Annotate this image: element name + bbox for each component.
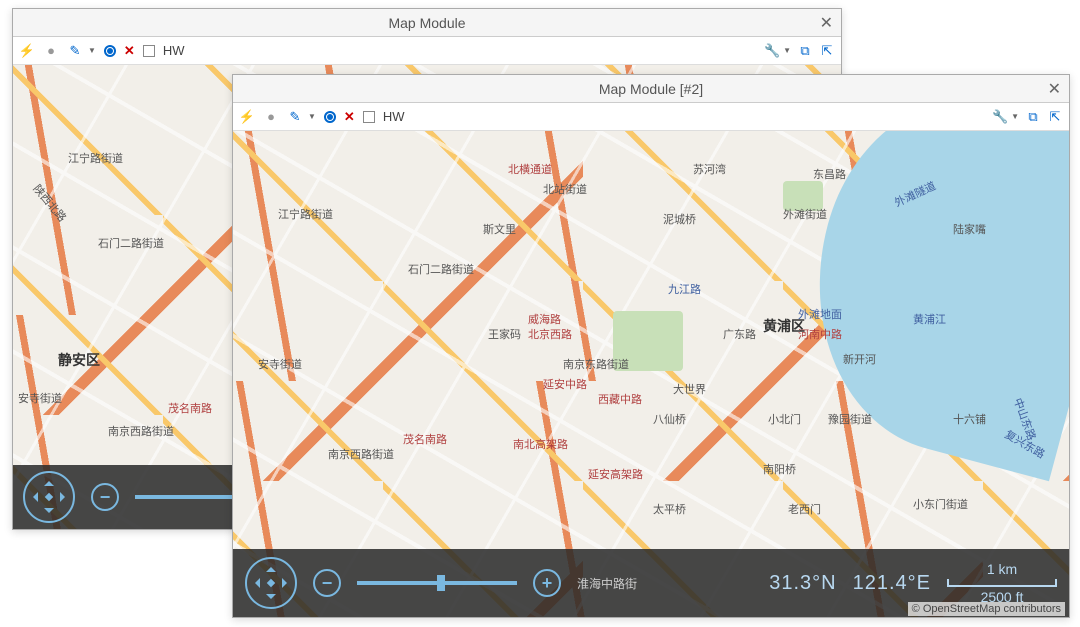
district-label: 静安区	[58, 350, 100, 370]
road-label: 老西门	[788, 501, 821, 517]
wrench-icon[interactable]: 🔧	[992, 109, 1008, 125]
pencil-icon[interactable]: ✎	[67, 43, 83, 59]
road-label: 泥城桥	[663, 211, 696, 227]
pencil-icon[interactable]: ✎	[287, 109, 303, 125]
popout-icon[interactable]: ⇱	[1047, 109, 1063, 125]
circle-icon[interactable]: ●	[263, 109, 279, 125]
road-label: 南北高架路	[513, 436, 568, 452]
window-title: Map Module	[388, 15, 465, 31]
road-label: 茂名南路	[403, 431, 447, 447]
road-label: 广东路	[723, 326, 756, 342]
road-label: 南京西路街道	[328, 446, 394, 462]
scale-line	[947, 579, 1057, 587]
road-label: 北横通道	[508, 161, 552, 177]
road-label: 斯文里	[483, 221, 516, 237]
road-label: 安寺街道	[258, 356, 302, 372]
road-label: 陆家嘴	[953, 221, 986, 237]
lightning-icon[interactable]: ⚡	[19, 43, 35, 59]
hw-checkbox[interactable]	[363, 111, 375, 123]
zoom-slider[interactable]	[357, 581, 517, 585]
road-label: 外滩街道	[783, 206, 827, 222]
road-label: 王家码	[488, 326, 521, 342]
wrench-dropdown-arrow[interactable]: ▼	[783, 46, 791, 55]
pan-right[interactable]	[60, 492, 70, 502]
road-label: 太平桥	[653, 501, 686, 517]
radio-selected[interactable]	[104, 45, 116, 57]
pan-right[interactable]	[282, 578, 292, 588]
road-label: 南阳桥	[763, 461, 796, 477]
pan-down[interactable]	[44, 508, 54, 518]
map-viewport[interactable]: 江宁路街道 石门二路街道 安寺街道 南京西路街道 南京东路街道 延安中路 延安高…	[233, 131, 1069, 617]
dock-icon[interactable]: ⧉	[797, 43, 813, 59]
pan-center[interactable]	[267, 579, 275, 587]
pencil-dropdown-arrow[interactable]: ▼	[308, 112, 316, 121]
road-label: 苏河湾	[693, 161, 726, 177]
zoom-out-button[interactable]: −	[313, 569, 341, 597]
road-label: 石门二路街道	[98, 235, 164, 251]
pan-up[interactable]	[266, 562, 276, 572]
road-label: 八仙桥	[653, 411, 686, 427]
pan-center[interactable]	[45, 493, 53, 501]
hw-label: HW	[163, 43, 185, 58]
red-x-icon[interactable]: ✕	[124, 43, 135, 59]
pan-left[interactable]	[28, 492, 38, 502]
wrench-icon[interactable]: 🔧	[764, 43, 780, 59]
road-label: 延安中路	[543, 376, 587, 392]
district-label: 黄浦区	[763, 316, 805, 336]
close-button[interactable]: ✕	[820, 13, 833, 33]
attribution: © OpenStreetMap contributors	[908, 602, 1065, 616]
road-label: 西藏中路	[598, 391, 642, 407]
window-title: Map Module [#2]	[599, 81, 703, 97]
road-label: 东昌路	[813, 166, 846, 182]
road-label: 石门二路街道	[408, 261, 474, 277]
zoom-thumb[interactable]	[437, 575, 445, 591]
wrench-dropdown-arrow[interactable]: ▼	[1011, 112, 1019, 121]
scale-km: 1 km	[987, 561, 1017, 577]
zoom-slider[interactable]	[135, 495, 245, 499]
road-label: 北京西路	[528, 326, 572, 342]
road-label: 十六铺	[953, 411, 986, 427]
pan-dpad[interactable]	[245, 557, 297, 609]
road-label-overlay: 淮海中路街	[577, 575, 637, 592]
radio-selected[interactable]	[324, 111, 336, 123]
road-label: 大世界	[673, 381, 706, 397]
road-label: 九江路	[668, 281, 701, 297]
road-label: 延安高架路	[588, 466, 643, 482]
road-label: 茂名南路	[168, 400, 212, 416]
road-label: 新开河	[843, 351, 876, 367]
circle-icon[interactable]: ●	[43, 43, 59, 59]
road-label: 南京东路街道	[563, 356, 629, 372]
scale-bar: 1 km 2500 ft	[947, 561, 1057, 605]
latitude-readout: 31.3°N	[769, 572, 836, 595]
road-label: 小东门街道	[913, 496, 968, 512]
lightning-icon[interactable]: ⚡	[239, 109, 255, 125]
road-label: 安寺街道	[18, 390, 62, 406]
road-label: 江宁路街道	[68, 150, 123, 166]
pan-up[interactable]	[44, 476, 54, 486]
zoom-out-button[interactable]: −	[91, 483, 119, 511]
hw-checkbox[interactable]	[143, 45, 155, 57]
road-label: 南京西路街道	[108, 423, 174, 439]
pan-down[interactable]	[266, 594, 276, 604]
road-label: 豫园街道	[828, 411, 872, 427]
pan-dpad[interactable]	[23, 471, 75, 523]
popout-icon[interactable]: ⇱	[819, 43, 835, 59]
pan-left[interactable]	[250, 578, 260, 588]
close-button[interactable]: ✕	[1048, 79, 1061, 99]
dock-icon[interactable]: ⧉	[1025, 109, 1041, 125]
road-label: 北站街道	[543, 181, 587, 197]
red-x-icon[interactable]: ✕	[344, 109, 355, 125]
road-label: 江宁路街道	[278, 206, 333, 222]
road-label: 小北门	[768, 411, 801, 427]
road-label: 黄浦江	[913, 311, 946, 327]
zoom-in-button[interactable]: +	[533, 569, 561, 597]
longitude-readout: 121.4°E	[853, 572, 931, 595]
hw-label: HW	[383, 109, 405, 124]
road-label: 威海路	[528, 311, 561, 327]
pencil-dropdown-arrow[interactable]: ▼	[88, 46, 96, 55]
